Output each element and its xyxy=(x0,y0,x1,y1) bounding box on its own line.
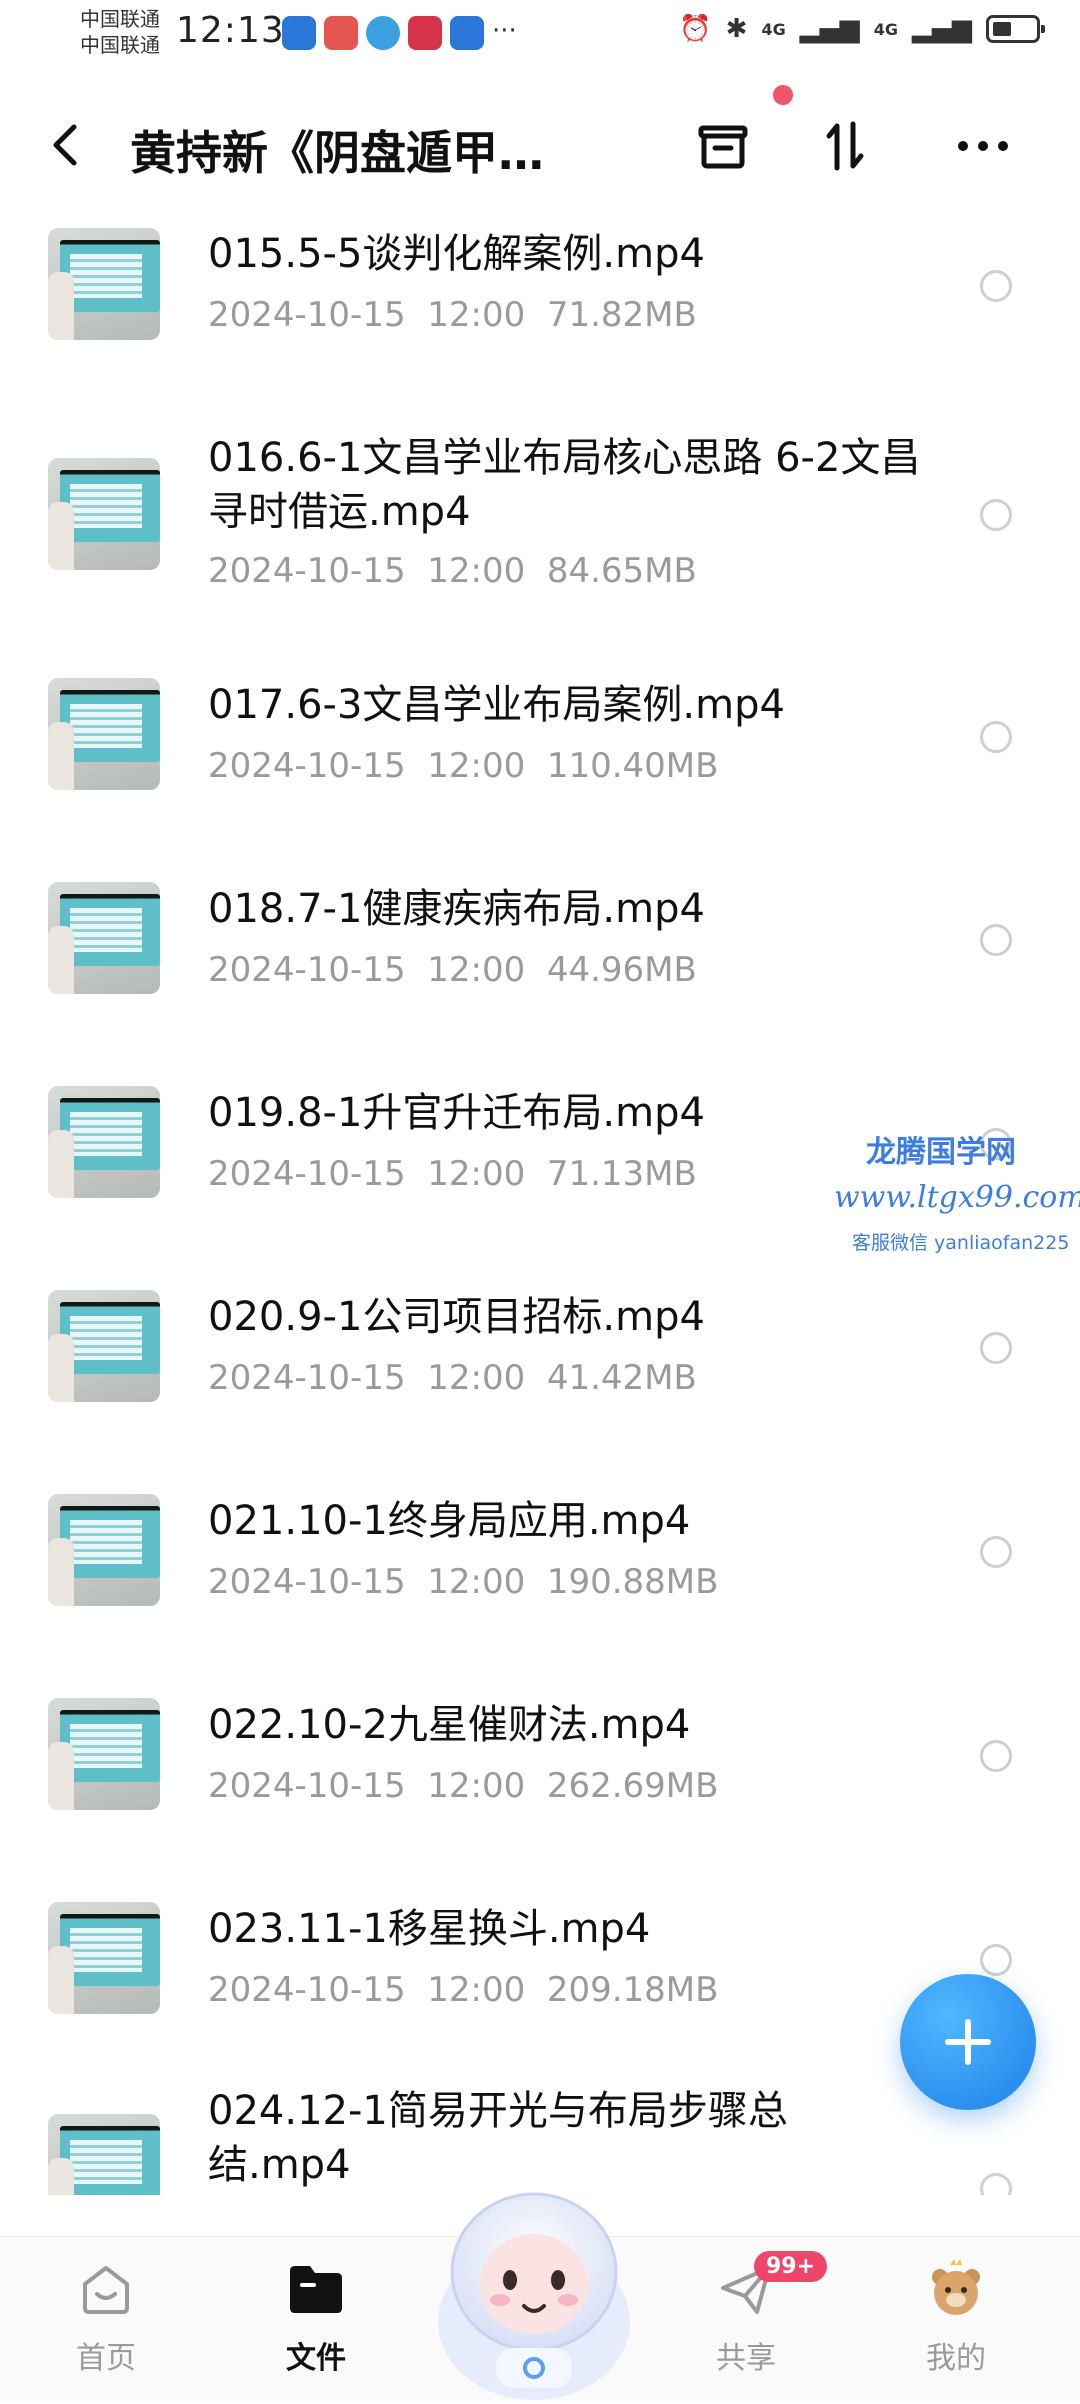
back-button[interactable] xyxy=(44,117,92,173)
carrier-2: 中国联通 xyxy=(80,33,160,57)
status-time: 12:13 xyxy=(176,10,285,51)
page-title: 黄持新《阴盘遁甲… xyxy=(130,126,544,180)
mascot-assistant-button[interactable] xyxy=(426,2172,642,2400)
archive-button[interactable] xyxy=(690,113,756,179)
app-notification-icon xyxy=(408,16,442,50)
nav-home-label: 首页 xyxy=(76,2341,136,2376)
video-thumbnail xyxy=(48,1698,160,1810)
nav-mine-label: 我的 xyxy=(926,2341,986,2376)
file-meta: 2024-10-15 12:00 84.65MB xyxy=(208,551,697,591)
video-thumbnail xyxy=(48,458,160,570)
signal-icon: 4G xyxy=(761,19,786,39)
file-name: 017.6-3文昌学业布局案例.mp4 xyxy=(208,682,785,728)
file-name: 022.10-2九星催财法.mp4 xyxy=(208,1702,691,1748)
top-app-bar: 黄持新《阴盘遁甲… xyxy=(0,95,1080,195)
nav-files-label: 文件 xyxy=(286,2341,346,2376)
carrier-label: 中国联通 中国联通 xyxy=(80,6,160,58)
file-meta: 2024-10-15 12:00 71.13MB xyxy=(208,1154,697,1194)
video-thumbnail xyxy=(48,2114,160,2195)
alarm-icon: ⏰ xyxy=(679,14,712,44)
more-dots-icon xyxy=(958,141,1008,151)
status-bar: 中国联通 中国联通 12:13 ··· ⏰ ✱ 4G ▂▄▆ 4G ▂▄▆ xyxy=(0,0,1080,70)
select-radio[interactable] xyxy=(980,924,1012,956)
watermark-url: www.ltgx99.com xyxy=(834,1180,1080,1215)
file-meta: 2024-10-15 12:00 44.96MB xyxy=(208,950,697,990)
file-row[interactable]: 017.6-3文昌学业布局案例.mp4 2024-10-15 12:00 110… xyxy=(0,660,1080,860)
select-radio[interactable] xyxy=(980,721,1012,753)
plus-icon xyxy=(945,2019,991,2065)
video-thumbnail xyxy=(48,1494,160,1606)
video-thumbnail xyxy=(48,228,160,340)
add-button[interactable] xyxy=(900,1974,1036,2110)
notification-icons: ··· xyxy=(282,16,517,50)
sort-button[interactable] xyxy=(812,113,878,179)
app-notification-icon xyxy=(366,16,400,50)
file-meta: 2024-10-15 12:00 209.18MB xyxy=(208,1970,719,2010)
select-radio[interactable] xyxy=(980,270,1012,302)
file-meta: 2024-10-15 12:00 262.69MB xyxy=(208,1766,719,1806)
file-name: 018.7-1健康疾病布局.mp4 xyxy=(208,886,705,932)
signal-bars-icon-2: ▂▄▆ xyxy=(912,14,972,44)
folder-icon xyxy=(284,2257,348,2321)
signal-icon-2: 4G xyxy=(873,19,898,39)
sort-arrows-icon xyxy=(826,121,864,171)
back-arrow-icon xyxy=(53,124,77,166)
carrier-1: 中国联通 xyxy=(80,7,160,31)
file-name: 016.6-1文昌学业布局核心思路 6-2文昌寻时借运.mp4 xyxy=(208,435,921,535)
app-notification-icon xyxy=(450,16,484,50)
app-notification-icon xyxy=(324,16,358,50)
file-meta: 2024-10-15 12:00 110.40MB xyxy=(208,746,719,786)
file-row[interactable]: 016.6-1文昌学业布局核心思路 6-2文昌寻时借运.mp4 2024-10-… xyxy=(0,425,1080,635)
more-notifications-icon: ··· xyxy=(492,16,517,46)
file-meta: 2024-10-15 12:00 71.82MB xyxy=(208,295,697,335)
video-thumbnail xyxy=(48,1902,160,2014)
astronaut-mascot-icon xyxy=(438,2192,630,2400)
archive-box-icon xyxy=(698,125,748,169)
share-badge: 99+ xyxy=(754,2251,828,2282)
home-icon xyxy=(74,2257,138,2321)
watermark-site-name: 龙腾国学网 xyxy=(866,1135,1016,1170)
select-radio[interactable] xyxy=(980,1332,1012,1364)
file-name: 015.5-5谈判化解案例.mp4 xyxy=(208,231,705,277)
file-name: 020.9-1公司项目招标.mp4 xyxy=(208,1294,705,1340)
select-radio[interactable] xyxy=(980,1536,1012,1568)
notification-dot xyxy=(773,85,793,105)
file-name: 021.10-1终身局应用.mp4 xyxy=(208,1498,691,1544)
file-meta: 2024-10-15 12:00 41.42MB xyxy=(208,1358,697,1398)
battery-icon xyxy=(986,15,1045,43)
nav-mine[interactable]: 我的 xyxy=(886,2257,1026,2377)
system-icons: ⏰ ✱ 4G ▂▄▆ 4G ▂▄▆ xyxy=(679,14,1045,44)
nav-share-label: 共享 xyxy=(716,2341,776,2376)
nav-share[interactable]: 99+ 共享 xyxy=(676,2251,828,2377)
more-options-button[interactable] xyxy=(950,113,1016,179)
file-row[interactable]: 018.7-1健康疾病布局.mp4 2024-10-15 12:00 44.96… xyxy=(0,864,1080,1064)
select-radio[interactable] xyxy=(980,2173,1012,2195)
video-thumbnail xyxy=(48,1290,160,1402)
file-name: 019.8-1升官升迁布局.mp4 xyxy=(208,1090,705,1136)
watermark-contact: 客服微信 yanliaofan225 xyxy=(852,1232,1070,1254)
file-row[interactable]: 022.10-2九星催财法.mp4 2024-10-15 12:00 262.6… xyxy=(0,1680,1080,1880)
app-notification-icon xyxy=(282,16,316,50)
bluetooth-icon: ✱ xyxy=(725,14,748,44)
video-thumbnail xyxy=(48,882,160,994)
video-thumbnail xyxy=(48,678,160,790)
video-thumbnail xyxy=(48,1086,160,1198)
file-row[interactable]: 020.9-1公司项目招标.mp4 2024-10-15 12:00 41.42… xyxy=(0,1272,1080,1472)
select-radio[interactable] xyxy=(980,1740,1012,1772)
bear-avatar-icon xyxy=(924,2257,988,2321)
file-row[interactable]: 021.10-1终身局应用.mp4 2024-10-15 12:00 190.8… xyxy=(0,1476,1080,1676)
select-radio[interactable] xyxy=(980,1944,1012,1976)
nav-home[interactable]: 首页 xyxy=(36,2257,176,2377)
file-row[interactable]: 015.5-5谈判化解案例.mp4 2024-10-15 12:00 71.82… xyxy=(0,200,1080,400)
file-meta: 2024-10-15 12:00 190.88MB xyxy=(208,1562,719,1602)
select-radio[interactable] xyxy=(980,499,1012,531)
file-name: 023.11-1移星换斗.mp4 xyxy=(208,1906,651,1952)
nav-files[interactable]: 文件 xyxy=(246,2257,386,2377)
signal-bars-icon: ▂▄▆ xyxy=(799,14,860,44)
